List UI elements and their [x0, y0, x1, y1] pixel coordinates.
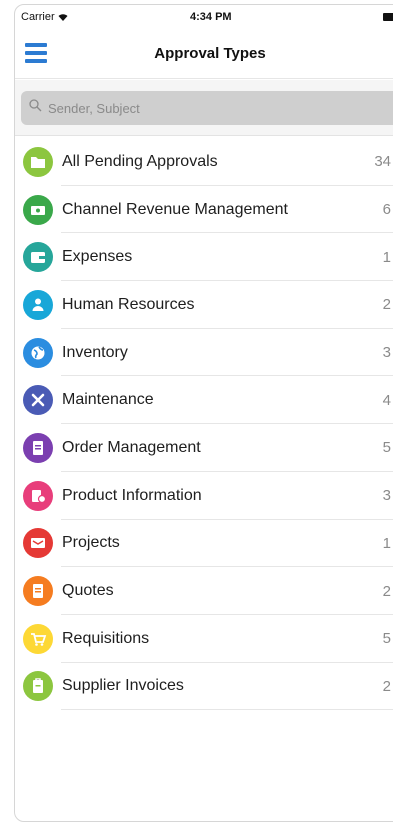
- approval-type-label: Maintenance: [62, 391, 154, 409]
- globe-icon: [23, 337, 53, 368]
- approval-type-row[interactable]: Maintenance 4: [15, 376, 393, 424]
- search-icon: [29, 99, 42, 117]
- approval-count: 3: [382, 344, 391, 362]
- search-area: [15, 80, 393, 136]
- approval-count: 34: [374, 153, 391, 171]
- approval-type-row[interactable]: Quotes 2: [15, 567, 393, 615]
- approval-count: 1: [382, 534, 391, 552]
- approval-count: 2: [382, 296, 391, 314]
- approval-type-row[interactable]: Human Resources 2: [15, 281, 393, 329]
- wallet-icon: [23, 242, 53, 273]
- status-time: 4:34 PM: [190, 11, 232, 23]
- approval-type-row[interactable]: Order Management 5: [15, 424, 393, 472]
- product-info-icon: [23, 480, 53, 511]
- approval-type-row[interactable]: Requisitions 5: [15, 615, 393, 663]
- approval-type-label: Supplier Invoices: [62, 677, 184, 695]
- approval-type-row[interactable]: Product Information 3: [15, 472, 393, 520]
- approval-count: 6: [382, 201, 391, 219]
- approval-count: 2: [382, 582, 391, 600]
- approval-count: 1: [382, 248, 391, 266]
- person-icon: [23, 289, 53, 320]
- approval-type-label: Product Information: [62, 486, 202, 504]
- approval-type-label: Order Management: [62, 438, 201, 456]
- folder-icon: [23, 146, 53, 177]
- wifi-icon: [58, 13, 68, 21]
- approval-type-label: Quotes: [62, 582, 114, 600]
- approval-count: 5: [382, 630, 391, 648]
- navigation-bar: Approval Types: [15, 27, 393, 79]
- page-title: Approval Types: [154, 45, 266, 62]
- invoice-icon: [23, 671, 53, 702]
- carrier-indicator: Carrier: [21, 11, 68, 23]
- approval-type-label: Expenses: [62, 248, 133, 266]
- approval-type-label: Requisitions: [62, 629, 150, 647]
- battery-icon: [383, 13, 393, 21]
- approval-count: 4: [382, 391, 391, 409]
- approval-count: 5: [382, 439, 391, 457]
- projects-icon: [23, 528, 53, 559]
- approval-count: 2: [382, 677, 391, 695]
- approval-count: 3: [382, 487, 391, 505]
- approval-type-row[interactable]: Supplier Invoices 2: [15, 663, 393, 711]
- phone-screen: Carrier 4:34 PM Approval Types All Pendi…: [14, 4, 393, 822]
- cart-icon: [23, 623, 53, 654]
- approval-types-list: All Pending Approvals 34 Channel Revenue M…: [15, 138, 393, 710]
- approval-type-label: Human Resources: [62, 295, 195, 313]
- approval-type-row[interactable]: Projects 1: [15, 520, 393, 568]
- carrier-label: Carrier: [21, 11, 55, 23]
- approval-type-label: All Pending Approvals: [62, 152, 218, 170]
- tools-icon: [23, 385, 53, 416]
- money-icon: [23, 194, 53, 225]
- document-icon: [23, 432, 53, 463]
- approval-type-row[interactable]: Expenses 1: [15, 233, 393, 281]
- approval-type-label: Projects: [62, 534, 120, 552]
- quotes-icon: [23, 576, 53, 607]
- status-bar: Carrier 4:34 PM: [15, 5, 393, 27]
- search-bar[interactable]: [21, 91, 393, 125]
- approval-type-row[interactable]: Inventory 3: [15, 329, 393, 377]
- search-input[interactable]: [48, 100, 378, 116]
- approval-type-label: Inventory: [62, 343, 128, 361]
- approval-type-label: Channel Revenue Management: [62, 200, 288, 218]
- approval-type-row[interactable]: Channel Revenue Management 6: [15, 186, 393, 234]
- approval-type-row[interactable]: All Pending Approvals 34: [15, 138, 393, 186]
